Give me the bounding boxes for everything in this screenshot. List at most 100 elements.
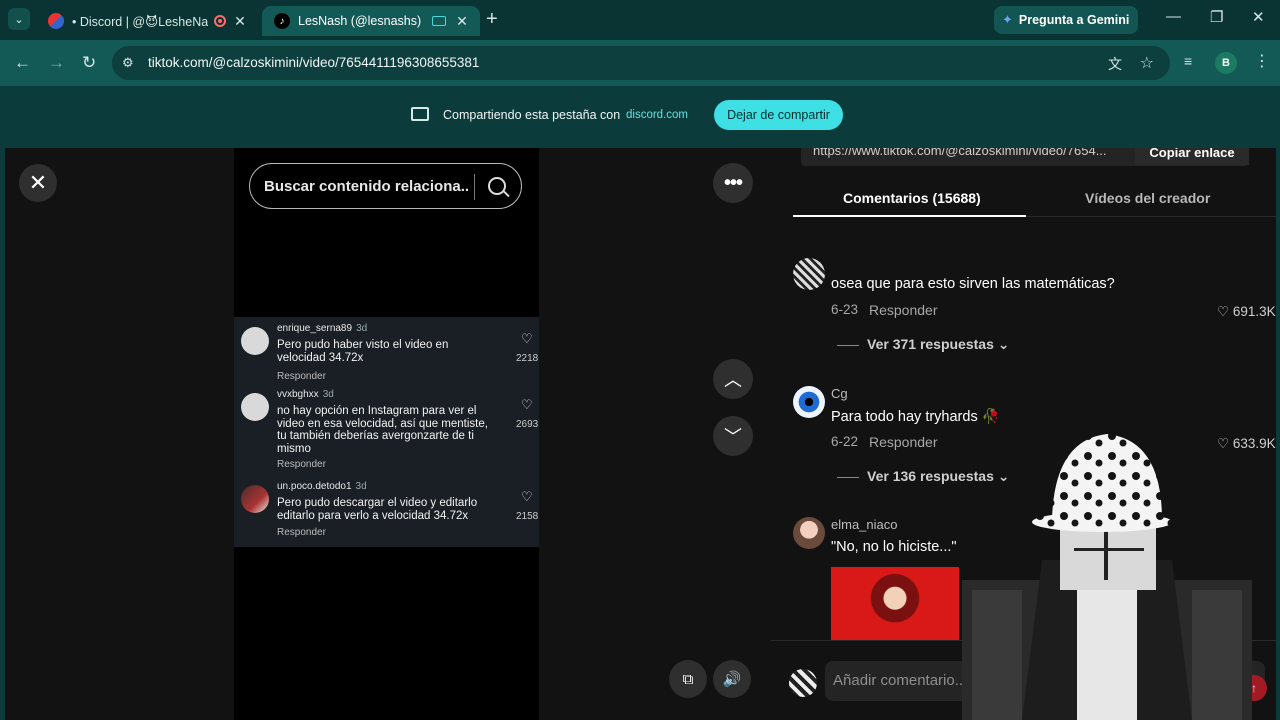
- gemini-button[interactable]: ✦ Pregunta a Gemini: [994, 6, 1138, 34]
- avatar[interactable]: [793, 258, 825, 290]
- divider: [837, 476, 859, 478]
- search-placeholder: Buscar contenido relaciona...: [264, 178, 470, 195]
- maximize-icon[interactable]: ❐: [1210, 8, 1223, 26]
- browser-tab-strip: ⌄ • Discord | @😈LesheNash ✕ ♪ LesNash (@…: [0, 0, 1280, 40]
- video-embedded-comments: enrique_serna89 3d Pero pudo haber visto …: [234, 317, 539, 547]
- copy-link-button[interactable]: Copiar enlace: [1135, 148, 1249, 165]
- heart-icon: ♡: [521, 331, 533, 346]
- close-window-icon[interactable]: ✕: [1252, 8, 1265, 26]
- comment-text: Para todo hay tryhards 🥀: [831, 409, 1000, 425]
- discord-favicon-icon: [48, 13, 64, 29]
- list-item: un.poco.detodo1 3d Pero pudo descargar el…: [241, 481, 539, 543]
- tab-discord[interactable]: • Discord | @😈LesheNash ✕: [36, 6, 258, 36]
- username[interactable]: Cg: [831, 386, 848, 401]
- reload-icon[interactable]: ↻: [82, 53, 96, 73]
- search-divider: [474, 174, 475, 200]
- like-count: 2218: [516, 353, 539, 364]
- bookmark-star-icon[interactable]: ☆: [1140, 53, 1154, 73]
- back-icon[interactable]: ←: [14, 53, 31, 73]
- avatar: [789, 669, 817, 697]
- username[interactable]: elma_niaco: [831, 517, 898, 532]
- roblox-avatar-overlay: [962, 434, 1252, 720]
- comment-placeholder: Añadir comentario...: [833, 672, 968, 689]
- tab-search-button[interactable]: ⌄: [8, 8, 30, 30]
- tab-tiktok[interactable]: ♪ LesNash (@lesnashs) | TikTo ✕: [262, 6, 480, 36]
- gemini-label: Pregunta a Gemini: [1018, 13, 1130, 27]
- screen-share-icon: [432, 16, 446, 26]
- comment-text: Pero pudo haber visto el video en veloci…: [277, 339, 449, 364]
- username: enrique_serna89: [277, 323, 353, 334]
- search-icon[interactable]: [488, 177, 506, 195]
- avatar: [241, 327, 269, 355]
- close-tab-icon[interactable]: ✕: [454, 13, 470, 30]
- more-options-button[interactable]: •••: [713, 163, 753, 203]
- reading-list-icon[interactable]: ≡: [1184, 53, 1192, 69]
- username: vvxbghxx: [277, 389, 319, 400]
- reply-button[interactable]: Responder: [869, 302, 938, 318]
- browser-menu-icon[interactable]: ⋮: [1254, 51, 1270, 71]
- list-item: vvxbghxx 3d no hay opción en Instagram pa…: [241, 389, 539, 473]
- browser-toolbar: ← → ↻ ⚙ tiktok.com/@calzoskimini/video/7…: [0, 40, 1280, 86]
- divider: [837, 344, 859, 346]
- sharing-message: Compartiendo esta pestaña con: [443, 108, 621, 122]
- forward-icon[interactable]: →: [48, 53, 65, 73]
- heart-icon: ♡: [521, 397, 533, 412]
- volume-icon: 🔊: [722, 671, 742, 688]
- avatar[interactable]: [793, 386, 825, 418]
- active-tab-indicator: [793, 215, 1026, 217]
- volume-button[interactable]: 🔊: [713, 660, 751, 698]
- tab-comments[interactable]: Comentarios (15688): [843, 190, 981, 206]
- close-video-button[interactable]: ✕: [19, 164, 57, 202]
- comment-date: 6-23: [831, 302, 859, 317]
- comment-age: 3d: [355, 481, 367, 492]
- view-replies-button[interactable]: Ver 371 respuestas ⌄: [837, 336, 1010, 353]
- new-tab-button[interactable]: +: [486, 8, 498, 31]
- comment-item: osea que para esto sirven las matemática…: [793, 258, 1276, 358]
- picture-in-picture-icon: ⧉: [682, 670, 694, 688]
- avatar: [241, 485, 269, 513]
- tab-title: LesNash (@lesnashs) | TikTo: [298, 14, 424, 28]
- address-bar[interactable]: ⚙ tiktok.com/@calzoskimini/video/7654411…: [112, 46, 1170, 80]
- related-search-input[interactable]: Buscar contenido relaciona...: [249, 163, 522, 209]
- screen-share-icon: [411, 107, 429, 121]
- share-link-box: https://www.tiktok.com/@calzoskimini/vid…: [801, 148, 1249, 166]
- heart-icon: ♡: [521, 489, 533, 504]
- tab-title: • Discord | @😈LesheNash: [72, 14, 208, 29]
- translate-icon[interactable]: 文: [1108, 54, 1122, 74]
- share-url[interactable]: https://www.tiktok.com/@calzoskimini/vid…: [813, 148, 1131, 158]
- stop-sharing-button[interactable]: Dejar de compartir: [714, 100, 843, 130]
- comment-text: "No, no lo hiciste...": [831, 539, 957, 555]
- previous-video-button[interactable]: ︿: [713, 359, 753, 399]
- url-text[interactable]: tiktok.com/@calzoskimini/video/765441119…: [148, 55, 479, 70]
- heart-icon: ♡: [1217, 304, 1230, 319]
- like-count: 2693: [516, 419, 539, 430]
- avatar[interactable]: [793, 517, 825, 549]
- view-replies-label: Ver 371 respuestas: [867, 336, 994, 352]
- tab-sharing-bar: Compartiendo esta pestaña con discord.co…: [0, 86, 1280, 144]
- like-button[interactable]: ♡ 691.3K: [1217, 304, 1276, 320]
- comment-user: enrique_serna89 3d: [277, 323, 367, 334]
- minimize-icon[interactable]: —: [1166, 8, 1181, 25]
- avatar: [241, 393, 269, 421]
- close-tab-icon[interactable]: ✕: [232, 13, 248, 30]
- tab-creator-videos[interactable]: Vídeos del creador: [1085, 190, 1210, 206]
- chevron-down-icon: ⌄: [997, 336, 1010, 352]
- reply-button[interactable]: Responder: [869, 434, 938, 450]
- tiktok-favicon-icon: ♪: [274, 13, 290, 29]
- picture-in-picture-button[interactable]: ⧉: [669, 660, 707, 698]
- list-item: enrique_serna89 3d Pero pudo haber visto …: [241, 323, 539, 385]
- like-count: 2158: [516, 511, 539, 522]
- sharing-domain[interactable]: discord.com: [626, 109, 688, 121]
- next-video-button[interactable]: ﹀: [713, 416, 753, 456]
- comment-user: un.poco.detodo1 3d: [277, 481, 367, 492]
- comment-user: vvxbghxx 3d: [277, 389, 334, 400]
- recording-icon: [214, 15, 226, 27]
- comments-tabs: Comentarios (15688) Vídeos del creador: [793, 180, 1276, 218]
- comment-image[interactable]: [831, 567, 959, 645]
- reply-label: Responder: [277, 459, 326, 470]
- comment-age: 3d: [322, 389, 334, 400]
- comment-text: Pero pudo descargar el video y editarlo …: [277, 497, 478, 522]
- site-settings-icon[interactable]: ⚙: [122, 55, 134, 71]
- profile-avatar[interactable]: B: [1215, 52, 1237, 74]
- reply-label: Responder: [277, 371, 326, 382]
